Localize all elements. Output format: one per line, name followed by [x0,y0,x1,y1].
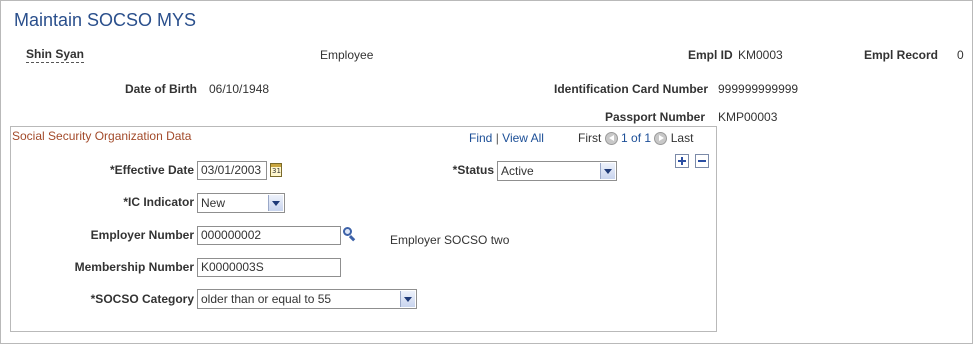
ic-number-value: 999999999999 [718,82,799,96]
chevron-down-icon [268,195,283,211]
find-link[interactable]: Find [469,131,492,145]
employer-description: Employer SOCSO two [390,233,510,247]
calendar-icon[interactable]: 31 [270,163,282,177]
ic-indicator-value: New [201,196,226,210]
group-title: Social Security Organization Data [12,129,192,143]
row-count: 1 of 1 [621,131,652,145]
first-label: First [578,131,602,145]
effective-date-input[interactable]: 03/01/2003 [197,161,267,180]
delete-row-button[interactable] [695,154,709,168]
dob-value: 06/10/1948 [209,82,270,96]
view-all-link[interactable]: View All [502,131,544,145]
previous-row-icon[interactable] [604,132,618,146]
empl-record-value: 0 [957,48,964,62]
next-row-icon[interactable] [654,132,668,146]
passport-label: Passport Number [605,110,706,124]
plus-icon-vertical [681,157,683,165]
ic-indicator-select[interactable]: New [197,193,285,213]
employee-type: Employee [320,48,374,62]
ic-indicator-label: *IC Indicator [123,195,194,209]
passport-value: KMP00003 [718,110,778,124]
row-navigation: First 1 of 1 Last [578,131,694,146]
status-label: *Status [452,163,494,177]
nav-separator: | [495,131,499,145]
empl-record-label: Empl Record [864,48,939,62]
status-select-value: Active [501,164,534,178]
employer-number-input[interactable]: 000000002 [197,226,341,245]
chevron-down-icon [400,291,415,307]
empl-id-value: KM0003 [738,48,783,62]
calendar-icon-text: 31 [272,167,281,175]
employee-name[interactable]: Shin Syan [26,47,85,63]
status-select[interactable]: Active [497,161,617,181]
socso-category-select[interactable]: older than or equal to 55 [197,289,417,309]
socso-category-value: older than or equal to 55 [201,292,332,306]
socso-category-label: *SOCSO Category [90,292,194,306]
add-row-button[interactable] [675,154,689,168]
effective-date-label: *Effective Date [109,163,194,177]
dob-label: Date of Birth [125,82,197,96]
grid-navigation: Find | View All [469,131,544,145]
lookup-icon[interactable] [343,227,357,242]
employer-number-label: Employer Number [90,228,194,242]
last-label: Last [670,131,694,145]
membership-number-input[interactable]: K0000003S [197,258,341,277]
chevron-down-icon [600,163,615,179]
page-title: Maintain SOCSO MYS [14,10,197,30]
ic-number-label: Identification Card Number [554,82,709,96]
minus-icon [698,160,706,162]
membership-number-label: Membership Number [74,260,194,274]
empl-id-label: Empl ID [688,48,733,62]
